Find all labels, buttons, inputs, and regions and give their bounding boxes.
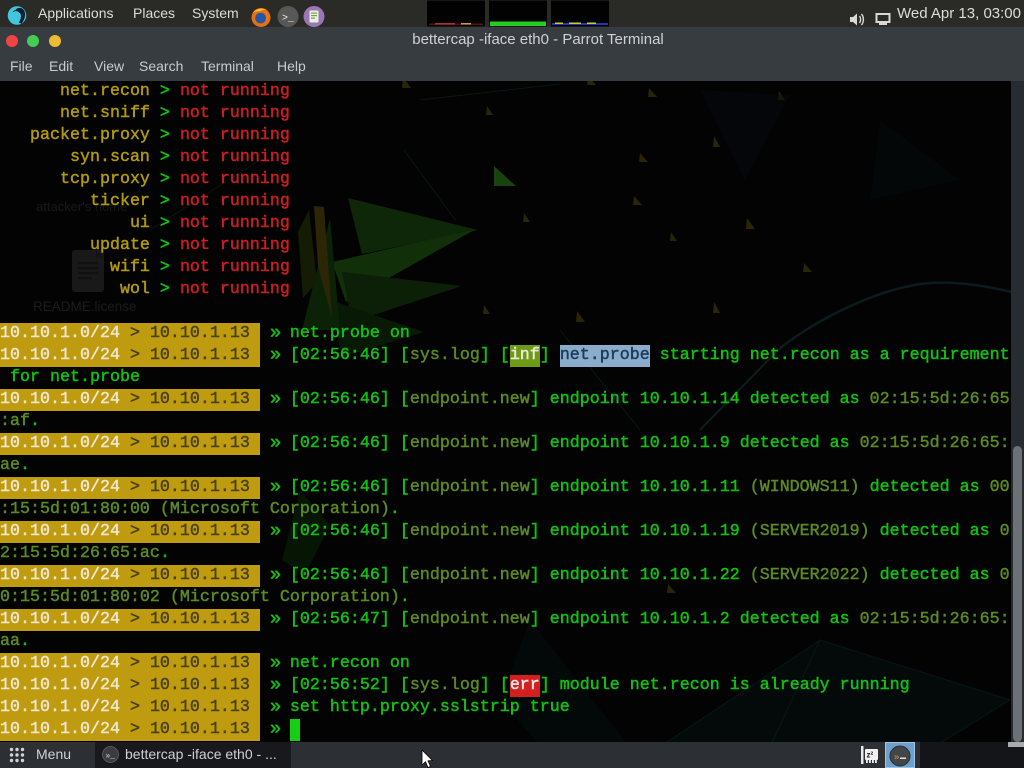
svg-text:»_: »_ — [106, 752, 116, 761]
svg-text:>_: >_ — [282, 14, 295, 25]
svg-text:»: » — [894, 753, 899, 763]
svg-text:z²: z² — [867, 751, 874, 760]
